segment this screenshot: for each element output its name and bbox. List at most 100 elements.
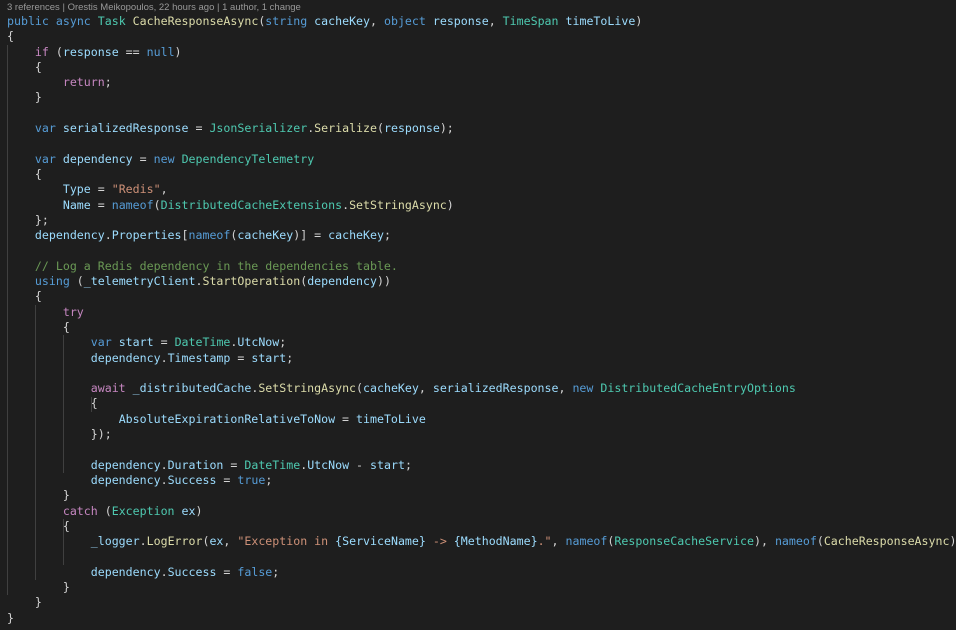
- code-token: }: [7, 579, 70, 594]
- code-line[interactable]: dependency.Duration = DateTime.UtcNow - …: [7, 458, 956, 473]
- code-token: (: [97, 503, 112, 518]
- indent-guide: [90, 396, 92, 412]
- code-line[interactable]: }: [7, 90, 956, 105]
- code-line[interactable]: dependency.Properties[nameof(cacheKey)] …: [7, 228, 956, 243]
- code-line[interactable]: dependency.Timestamp = start;: [7, 351, 956, 366]
- code-token: AbsoluteExpirationRelativeToNow: [118, 411, 336, 426]
- codelens-references-link[interactable]: 3 references: [7, 2, 60, 13]
- codelens-author-link[interactable]: Orestis Meikopoulos, 22 hours ago: [68, 2, 215, 13]
- code-line[interactable]: Name = nameof(DistributedCacheExtensions…: [7, 198, 956, 213]
- code-line[interactable]: ​: [7, 106, 956, 121]
- code-token: =: [223, 457, 245, 472]
- code-line[interactable]: ​: [7, 366, 956, 381]
- code-token: start: [118, 335, 154, 350]
- code-line[interactable]: {: [7, 289, 956, 304]
- code-token: TimeSpan: [502, 14, 559, 28]
- code-token: ,: [418, 381, 433, 396]
- code-line[interactable]: }: [7, 595, 956, 610]
- code-line[interactable]: }: [7, 580, 956, 595]
- code-token: var: [34, 151, 56, 166]
- code-token: try: [62, 304, 84, 319]
- code-line[interactable]: {: [7, 320, 956, 335]
- code-line[interactable]: return;: [7, 75, 956, 90]
- code-token: ;: [279, 335, 287, 350]
- code-token: false: [237, 564, 273, 579]
- code-token: .: [160, 564, 168, 579]
- code-line[interactable]: var serializedResponse = JsonSerializer.…: [7, 121, 956, 136]
- codelens-changes-link[interactable]: 1 author, 1 change: [222, 2, 301, 13]
- code-line[interactable]: {: [7, 29, 956, 44]
- code-line[interactable]: ​: [7, 549, 956, 564]
- code-line[interactable]: if (response == null): [7, 45, 956, 60]
- codelens-separator: |: [59, 2, 68, 13]
- code-token: {: [7, 29, 14, 44]
- code-editor[interactable]: 3 references | Orestis Meikopoulos, 22 h…: [0, 0, 956, 630]
- code-line[interactable]: catch (Exception ex): [7, 504, 956, 519]
- code-line[interactable]: using (_telemetryClient.StartOperation(d…: [7, 274, 956, 289]
- code-line[interactable]: });: [7, 427, 956, 442]
- code-token: CacheResponseAsync: [823, 534, 950, 549]
- code-line[interactable]: public async Task CacheResponseAsync(str…: [7, 14, 956, 29]
- code-token: timeToLive: [565, 14, 636, 28]
- code-line[interactable]: AbsoluteExpirationRelativeToNow = timeTo…: [7, 412, 956, 427]
- code-token: cacheKey: [314, 14, 371, 28]
- code-token: DependencyTelemetry: [181, 151, 315, 166]
- code-token: DistributedCacheExtensions: [160, 197, 343, 212]
- code-token: timeToLive: [356, 411, 426, 426]
- code-token: {: [7, 289, 42, 304]
- code-token: ,: [370, 14, 384, 28]
- code-line[interactable]: ​: [7, 243, 956, 258]
- code-token: ,: [223, 534, 238, 549]
- code-line[interactable]: ​: [7, 442, 956, 457]
- code-token: ==: [118, 44, 147, 59]
- code-line[interactable]: {: [7, 167, 956, 182]
- code-token: =: [230, 350, 252, 365]
- code-token: nameof: [565, 534, 608, 549]
- code-line[interactable]: {: [7, 60, 956, 75]
- code-line[interactable]: // Log a Redis dependency in the depende…: [7, 259, 956, 274]
- code-token: Task: [97, 14, 126, 28]
- code-token: Timestamp: [167, 350, 231, 365]
- code-line[interactable]: Type = "Redis",: [7, 182, 956, 197]
- code-line[interactable]: dependency.Success = true;: [7, 473, 956, 488]
- code-line[interactable]: }: [7, 611, 956, 626]
- code-token: ex: [181, 503, 196, 518]
- code-line[interactable]: }: [7, 488, 956, 503]
- code-token: object: [383, 14, 426, 28]
- code-token: }: [7, 488, 70, 503]
- code-token: Serialize: [314, 121, 377, 136]
- code-token: Success: [167, 564, 217, 579]
- code-line[interactable]: try: [7, 305, 956, 320]
- code-line[interactable]: var start = DateTime.UtcNow;: [7, 335, 956, 350]
- indent-guide: [34, 304, 36, 581]
- code-token: ;: [104, 75, 112, 90]
- code-line[interactable]: ​: [7, 136, 956, 151]
- code-area[interactable]: public async Task CacheResponseAsync(str…: [7, 14, 956, 626]
- code-token: async: [55, 14, 91, 28]
- code-token: true: [237, 472, 266, 487]
- code-token: UtcNow: [237, 335, 280, 350]
- code-line[interactable]: {: [7, 396, 956, 411]
- code-token: nameof: [774, 534, 817, 549]
- code-token: ,: [551, 534, 566, 549]
- code-token: serializedResponse: [432, 381, 559, 396]
- code-line[interactable]: dependency.Success = false;: [7, 565, 956, 580]
- code-line[interactable]: };: [7, 213, 956, 228]
- code-token: ): [446, 197, 454, 212]
- code-token: await: [90, 381, 126, 396]
- code-token: ));: [949, 534, 956, 549]
- code-line[interactable]: await _distributedCache.SetStringAsync(c…: [7, 381, 956, 396]
- code-line[interactable]: _logger.LogError (ex, "Exception in {Serv…: [7, 534, 956, 549]
- code-token: ;: [404, 457, 412, 472]
- code-token: Properties: [111, 228, 182, 243]
- code-token: (: [48, 44, 63, 59]
- code-line[interactable]: var dependency = new DependencyTelemetry: [7, 152, 956, 167]
- code-line[interactable]: {: [7, 519, 956, 534]
